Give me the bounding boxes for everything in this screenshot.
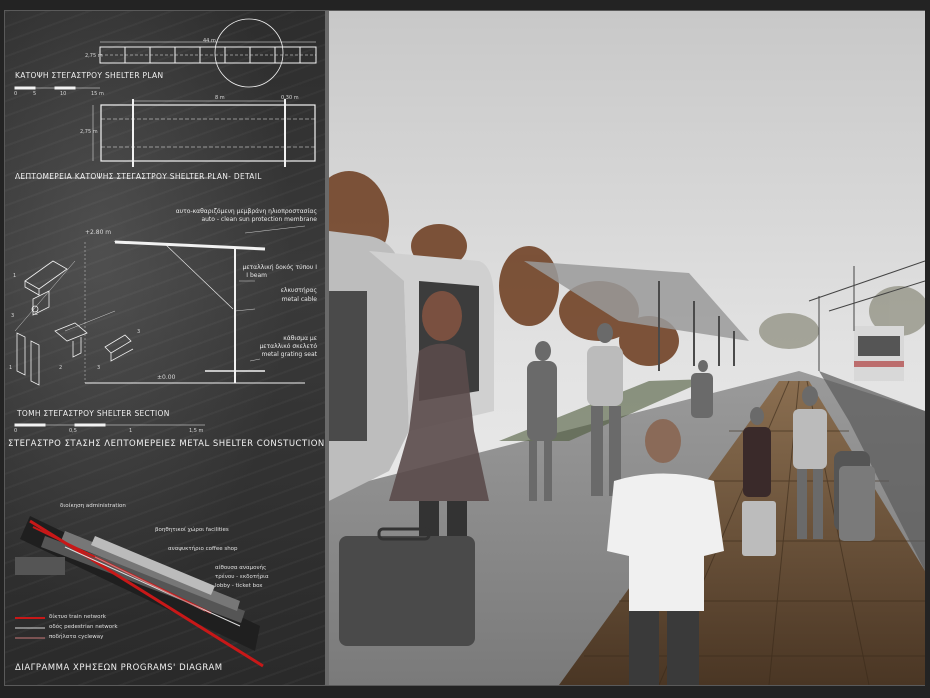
diagram-label-facilities: βοηθητικοί χώροι facilities: [155, 527, 229, 533]
label-ibeam-en: I beam: [246, 272, 267, 279]
callout-3c: 3: [97, 365, 101, 371]
callout-3b: 3: [137, 329, 141, 335]
callout-3: 3: [11, 313, 15, 319]
plan-scale-15: 15 m: [91, 91, 104, 97]
section-scale-15: 1,5 m: [189, 428, 204, 434]
label-cable-gr: ελκυστήρας: [280, 287, 317, 294]
station-render-image: [329, 11, 925, 685]
label-ibeam-gr: μεταλλική δοκός τύπου I: [242, 264, 318, 271]
render-illustration: [329, 11, 925, 685]
plan-scale-0: 0: [14, 91, 18, 97]
diagram-label-coffee: αναψυκτήριο coffee shop: [168, 546, 238, 552]
legend-pedestrian: οδός pedestrian network: [49, 624, 118, 630]
shelter-section-title: ΤΟΜΗ ΣΤΕΓΑΣΤΡΟΥ SHELTER SECTION: [17, 409, 170, 418]
plan-dim-length: 44 m: [203, 38, 216, 44]
details-main-title: ΣΤΕΓΑΣΤΡΟ ΣΤΑΣΗΣ ΛΕΠΤΟΜΕΡΕΙΕΣ METAL SHEL…: [8, 439, 325, 449]
callout-1b: 1: [9, 365, 13, 371]
presentation-board: 44 m 2,75 m ΚΑΤΟΨΗ ΣΤΕΓΑΣΤΡΟΥ SHELTER PL…: [0, 0, 930, 698]
programs-diagram-graphic: [15, 516, 264, 668]
level-top: +2.80 m: [85, 229, 112, 236]
label-membrane-en: auto - clean sun protection membrane: [201, 216, 317, 223]
shelter-detail-title: ΛΕΠΤΟΜΕΡΕΙΑ ΚΑΤΟΨΗΣ ΣΤΕΓΑΣΤΡΟΥ SHELTER P…: [15, 172, 262, 181]
callout-1: 1: [13, 273, 17, 279]
callout-2: 2: [35, 311, 39, 317]
label-membrane-gr: αυτο-καθαριζόμενη μεμβράνη ηλιοπροστασία…: [175, 208, 317, 215]
label-seat-gr: κάθισμα με: [283, 335, 317, 342]
plan-scale-10: 10: [60, 91, 67, 97]
plan-scale-5: 5: [33, 91, 37, 97]
legend-train: δίκτυο train network: [49, 614, 106, 620]
detail-dim-span: 8 m: [215, 95, 225, 101]
diagram-label-lobby: lobby - ticket box: [215, 583, 263, 589]
detail-dim-small: 0,30 m: [281, 95, 299, 101]
level-base: ±0.00: [157, 374, 176, 381]
diagram-label-tickets-gr: τρένου - εκδοτήρια: [215, 574, 269, 580]
programs-diagram-title: ΔΙΑΓΡΑΜΜΑ ΧΡΗΣΕΩΝ PROGRAMS' DIAGRAM: [15, 663, 223, 673]
diagram-label-waiting: αίθουσα αναμονής: [215, 565, 267, 571]
label-seat-en: metal grating seat: [261, 351, 317, 358]
technical-drawings-panel: 44 m 2,75 m ΚΑΤΟΨΗ ΣΤΕΓΑΣΤΡΟΥ SHELTER PL…: [5, 11, 325, 685]
legend-cycleway: ποδήλατα cycleway: [49, 634, 104, 640]
label-cable-en: metal cable: [281, 296, 317, 303]
section-scale-1: 1: [129, 428, 133, 434]
plan-dim-width: 2,75 m: [85, 53, 103, 59]
shelter-plan-title: ΚΑΤΟΨΗ ΣΤΕΓΑΣΤΡΟΥ SHELTER PLAN: [15, 71, 164, 80]
roof-beam: [114, 240, 266, 251]
diagram-label-admin: διοίκηση administration: [60, 503, 126, 509]
section-scale-0: 0: [14, 428, 18, 434]
section-scale-05: 0,5: [69, 428, 77, 434]
suitcase: [339, 536, 475, 646]
label-seat-gr2: μεταλλικό σκελετό: [259, 343, 317, 350]
callout-2b: 2: [59, 365, 63, 371]
detail-dim-width: 2,75 m: [80, 129, 98, 135]
